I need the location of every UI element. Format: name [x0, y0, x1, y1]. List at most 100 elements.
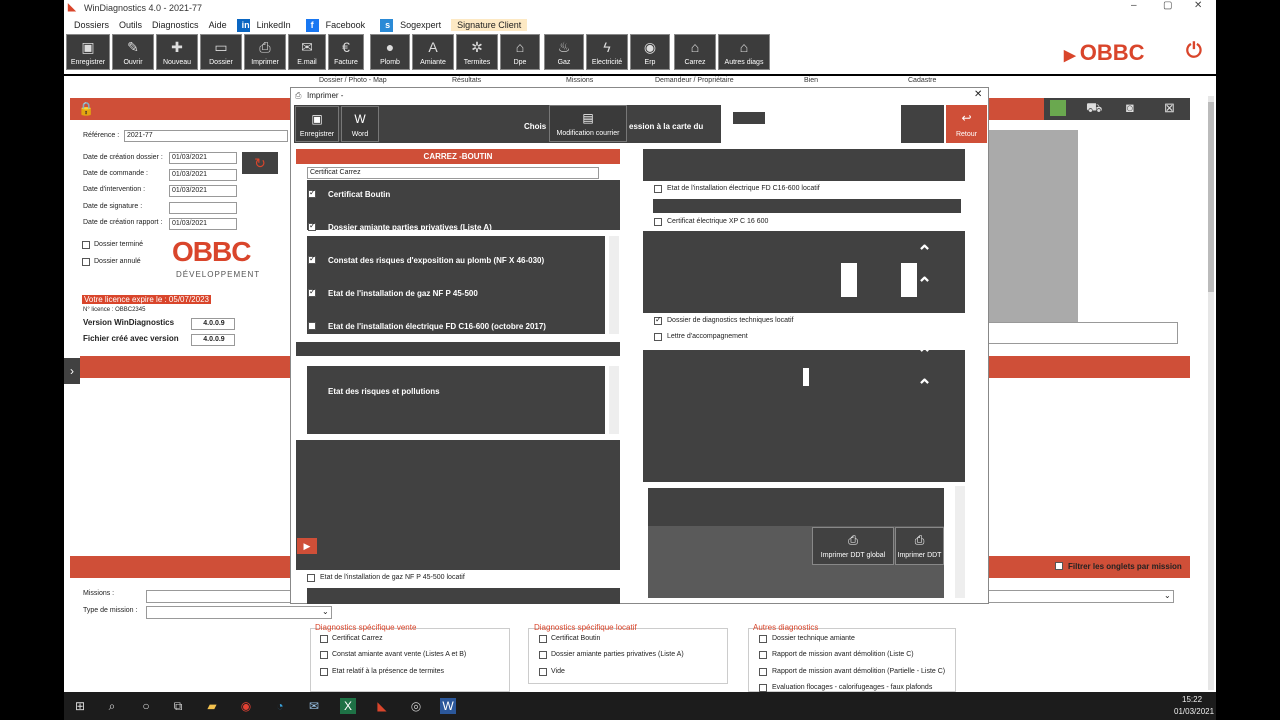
lettre-checkbox[interactable]: [654, 333, 662, 341]
dialog-blank-button[interactable]: [901, 105, 944, 143]
type-mission-select[interactable]: [146, 606, 332, 619]
list2-check-0[interactable]: [308, 254, 316, 264]
move-up-icon-3[interactable]: ⌃: [917, 344, 932, 365]
delete-photo-icon[interactable]: ⊠: [1164, 100, 1175, 116]
edge-icon[interactable]: ◔: [272, 698, 288, 714]
vente-check-1[interactable]: [320, 651, 328, 659]
locatif-check-0[interactable]: [539, 635, 547, 643]
missions-dropdown-icon[interactable]: ⌄: [1164, 591, 1171, 600]
autres-diags-button[interactable]: ⌂ Autres diags: [718, 34, 770, 70]
autres-check-0[interactable]: [759, 635, 767, 643]
maximize-button[interactable]: ▢: [1163, 0, 1172, 11]
menu-linkedin[interactable]: in LinkedIn: [232, 18, 301, 32]
minimize-button[interactable]: –: [1131, 0, 1137, 11]
tab-missions[interactable]: Missions: [566, 77, 593, 84]
locatif-check-2[interactable]: [539, 668, 547, 676]
facture-button[interactable]: € Facture: [328, 34, 364, 70]
windows-start-icon[interactable]: ⊞: [72, 698, 88, 714]
retour-button[interactable]: ↩ Retour: [946, 105, 987, 143]
dialog-close-button[interactable]: ✕: [974, 89, 982, 100]
amiante-button[interactable]: A Amiante: [412, 34, 454, 70]
autres-check-1[interactable]: [759, 651, 767, 659]
menu-aide[interactable]: Aide: [204, 20, 232, 30]
tab-cadastre[interactable]: Cadastre: [908, 77, 936, 84]
move-up-icon-2[interactable]: ⌃: [917, 274, 932, 295]
dossier-termine-checkbox[interactable]: [82, 241, 90, 249]
move-up-icon-4[interactable]: ⌃: [917, 376, 932, 397]
vente-check-2[interactable]: [320, 668, 328, 676]
list2-check-1[interactable]: [308, 287, 316, 297]
nouveau-button[interactable]: ✚ Nouveau: [156, 34, 198, 70]
imprimer-ddt-global-button[interactable]: ⎙ Imprimer DDT global: [812, 527, 894, 565]
erp-button[interactable]: ◉ Erp: [630, 34, 670, 70]
list1-label-1[interactable]: Dossier amiante parties privatives (List…: [328, 223, 492, 232]
signature-date-field[interactable]: [169, 202, 237, 214]
elec-locatif-checkbox[interactable]: [654, 185, 662, 193]
word-taskbar-icon[interactable]: W: [440, 698, 456, 714]
tab-dossier[interactable]: Dossier / Photo - Map: [319, 77, 387, 84]
dossier-button[interactable]: ▭ Dossier: [200, 34, 242, 70]
autres-check-2[interactable]: [759, 668, 767, 676]
close-button[interactable]: ✕: [1194, 0, 1202, 11]
excel-icon[interactable]: X: [340, 698, 356, 714]
dialog-word-button[interactable]: W Word: [341, 106, 379, 142]
dialog-enregistrer-button[interactable]: ▣ Enregistrer: [295, 106, 339, 142]
intervention-date-field[interactable]: 01/03/2021: [169, 185, 237, 197]
cortana-icon[interactable]: ○: [138, 698, 154, 714]
map-icon[interactable]: [1050, 100, 1066, 116]
commande-date-field[interactable]: 01/03/2021: [169, 169, 237, 181]
expand-arrow-icon[interactable]: ›: [64, 358, 80, 384]
move-up-icon[interactable]: ⌃: [917, 242, 932, 263]
chrome-icon[interactable]: ◉: [238, 698, 254, 714]
power-icon[interactable]: ⏻: [1186, 40, 1202, 63]
car-icon[interactable]: ⛟: [1086, 100, 1102, 118]
gaz-button[interactable]: ♨ Gaz: [544, 34, 584, 70]
list1-check-0[interactable]: [308, 188, 316, 198]
menu-diagnostics[interactable]: Diagnostics: [147, 20, 204, 30]
side-field[interactable]: [988, 322, 1178, 344]
menu-outils[interactable]: Outils: [114, 20, 147, 30]
windiagnostics-icon[interactable]: ◣: [374, 698, 390, 714]
outlook-icon[interactable]: ✉: [306, 698, 322, 714]
camera-icon[interactable]: ◙: [1126, 100, 1134, 115]
video-icon[interactable]: ▶: [297, 538, 317, 554]
autres-check-3[interactable]: [759, 684, 767, 692]
list3-label-0[interactable]: Etat des risques et pollutions: [328, 387, 440, 396]
tab-demandeur[interactable]: Demandeur / Propriétaire: [655, 77, 734, 84]
ouvrir-button[interactable]: ✎ Ouvrir: [112, 34, 154, 70]
menu-facebook[interactable]: f Facebook: [301, 18, 376, 32]
carrez-button[interactable]: ⌂ Carrez: [674, 34, 716, 70]
termites-button[interactable]: ✲ Termites: [456, 34, 498, 70]
menu-signature-client[interactable]: Signature Client: [451, 19, 528, 31]
rapport-date-field[interactable]: 01/03/2021: [169, 218, 237, 230]
search-icon[interactable]: ⌕: [104, 698, 120, 714]
gaz-locatif-checkbox[interactable]: [307, 574, 315, 582]
refresh-icon[interactable]: ↻: [242, 152, 278, 174]
enregistrer-button[interactable]: ▣ Enregistrer: [66, 34, 110, 70]
locatif-check-1[interactable]: [539, 651, 547, 659]
file-explorer-icon[interactable]: ▰: [204, 698, 220, 714]
type-dropdown-icon[interactable]: ⌄: [322, 607, 329, 616]
ddt-scrollbar[interactable]: [955, 486, 965, 598]
certificat-input[interactable]: Certificat Carrez: [307, 167, 599, 179]
cert-elec-checkbox[interactable]: [654, 218, 662, 226]
modification-courrier-button[interactable]: ▤ Modification courrier: [549, 105, 627, 142]
imprimer-button[interactable]: ⎙ Imprimer: [244, 34, 286, 70]
list1-label-0[interactable]: Certificat Boutin: [328, 190, 390, 199]
menu-dossiers[interactable]: Dossiers: [64, 20, 114, 30]
creation-date-field[interactable]: 01/03/2021: [169, 152, 237, 164]
plomb-button[interactable]: ● Plomb: [370, 34, 410, 70]
list2-label-0[interactable]: Constat des risques d'exposition au plom…: [328, 256, 544, 265]
dpe-button[interactable]: ⌂ Dpe: [500, 34, 540, 70]
settings-app-icon[interactable]: ◎: [408, 698, 424, 714]
main-scroll-thumb[interactable]: [1208, 102, 1214, 292]
list2-label-2[interactable]: Etat de l'installation électrique FD C16…: [328, 322, 546, 331]
electricite-button[interactable]: ϟ Electricité: [586, 34, 628, 70]
tab-bien[interactable]: Bien: [804, 77, 818, 84]
email-button[interactable]: ✉ E.mail: [288, 34, 326, 70]
vente-check-0[interactable]: [320, 635, 328, 643]
list2-check-2[interactable]: [308, 322, 316, 330]
imprimer-ddt-button[interactable]: ⎙ Imprimer DDT: [895, 527, 944, 565]
list1-check-1[interactable]: [308, 221, 316, 231]
ddt-locatif-checkbox[interactable]: [654, 315, 662, 325]
